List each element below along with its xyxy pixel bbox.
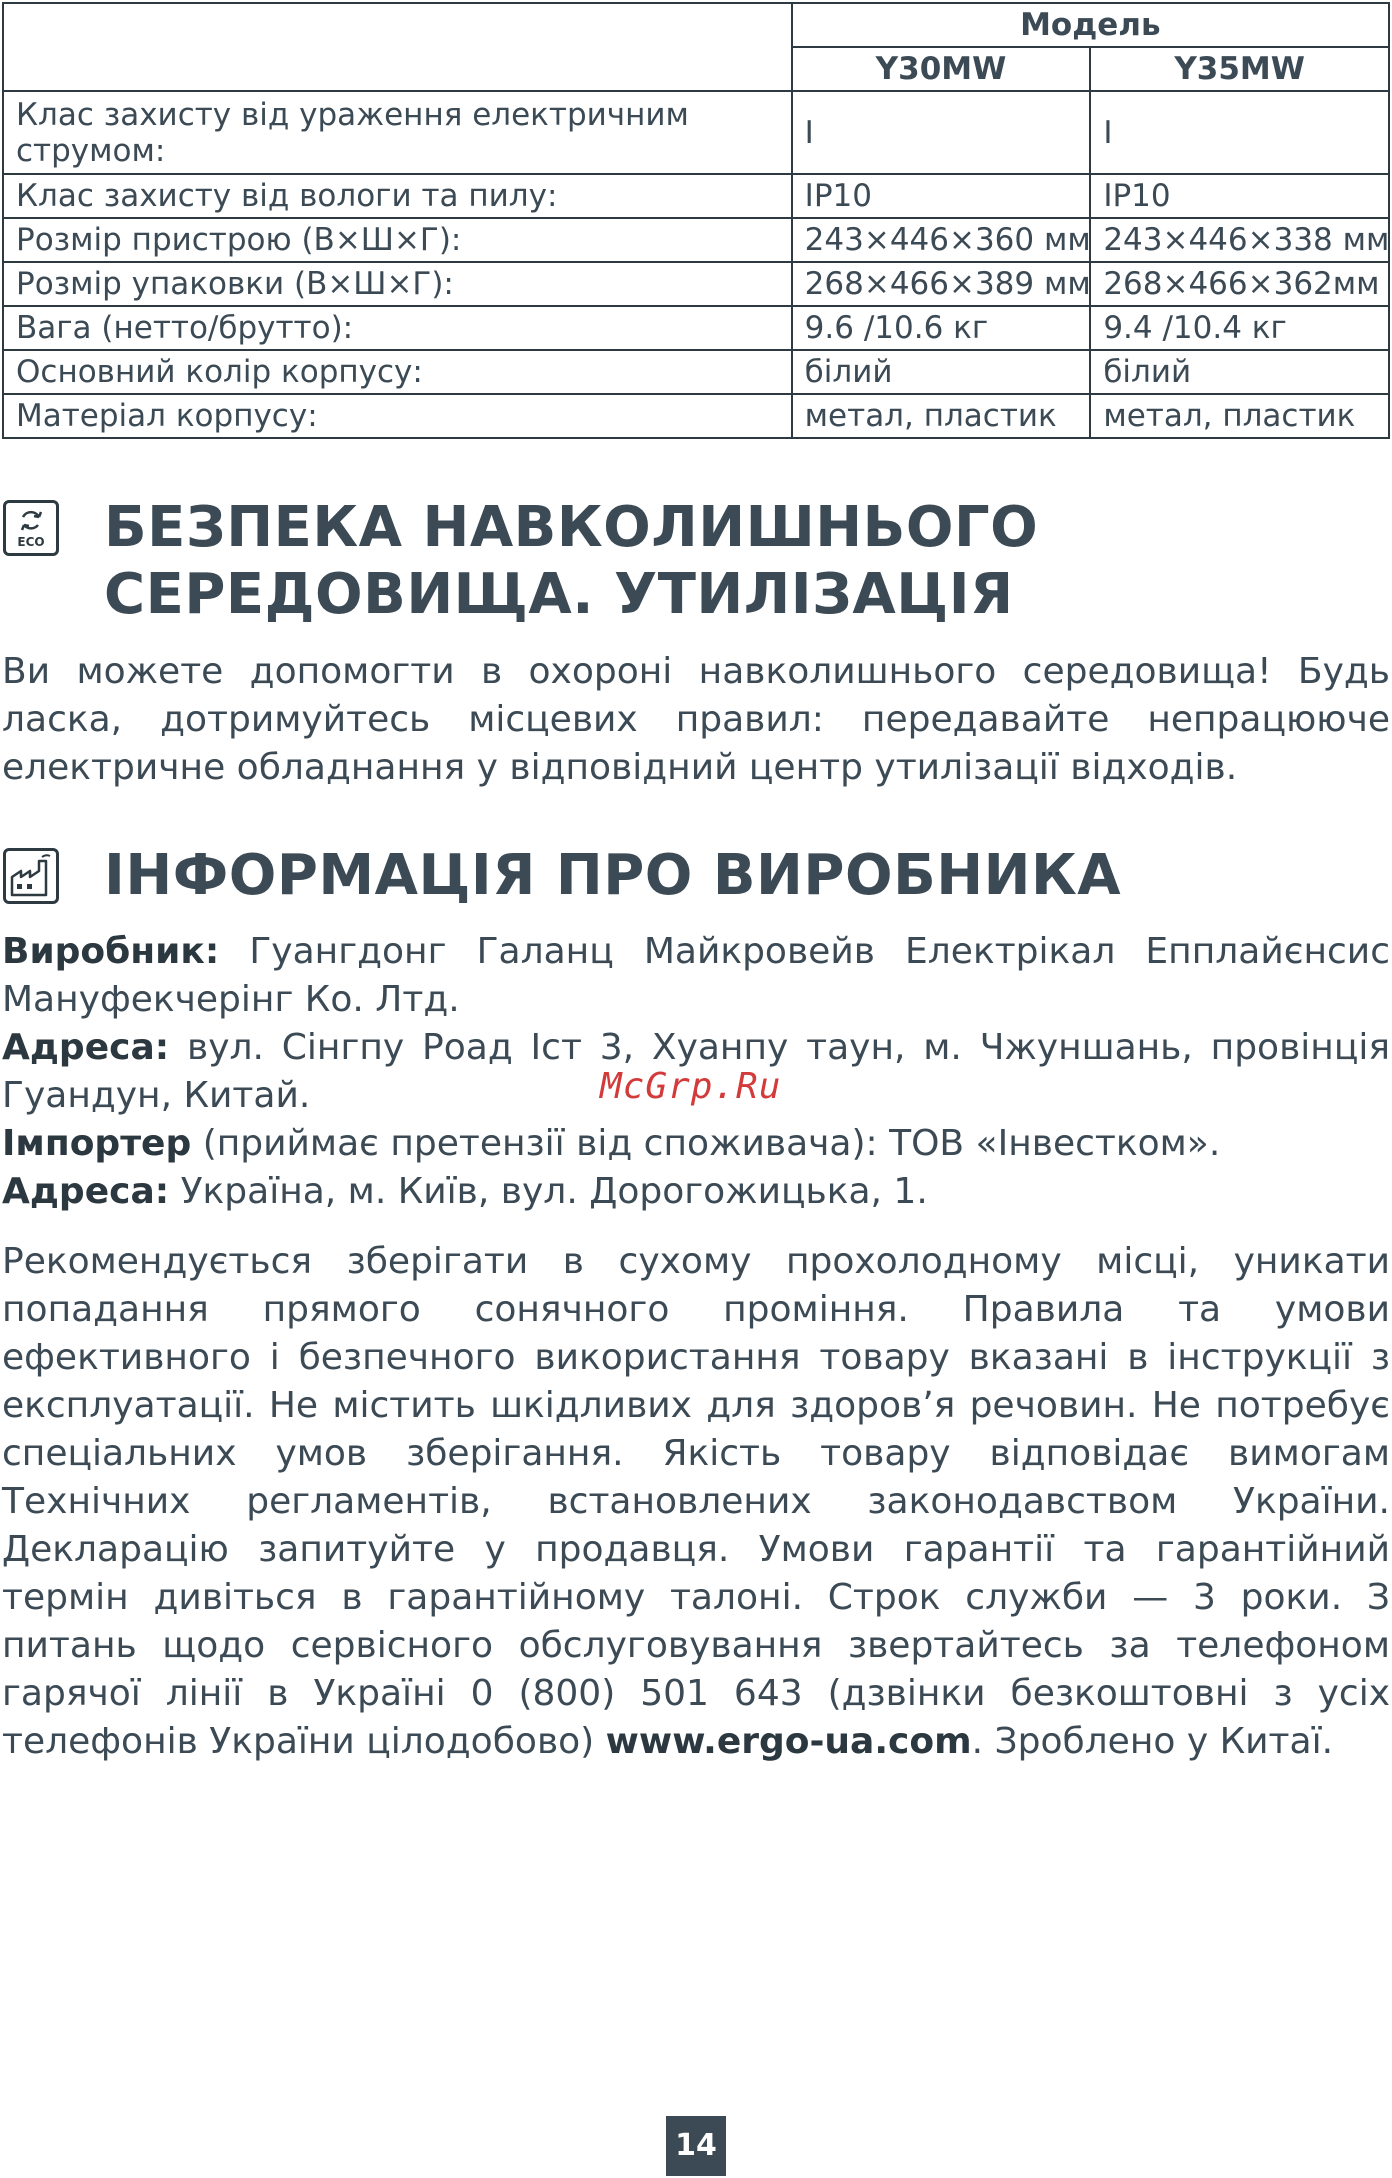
- specifications-table: Модель Y30MW Y35MW Клас захисту від ураж…: [2, 2, 1391, 439]
- spec-value: I: [790, 90, 1092, 175]
- model-name-cell: Y30MW: [790, 46, 1092, 92]
- spec-value: 9.4 /10.4 кг: [1089, 305, 1390, 351]
- spec-label: Розмір пристрою (В×Ш×Г):: [2, 217, 793, 263]
- spec-value: метал, пластик: [790, 393, 1092, 439]
- eco-icon-label: ECO: [17, 535, 44, 549]
- eco-section-title: БЕЗПЕКА НАВКОЛИШНЬОГО СЕРЕДОВИЩА. УТИЛІЗ…: [104, 494, 1038, 628]
- spec-label: Клас захисту від ураження електричним ст…: [2, 90, 793, 175]
- spec-label: Клас захисту від вологи та пилу:: [2, 173, 793, 219]
- eco-title-line-2: СЕРЕДОВИЩА. УТИЛІЗАЦІЯ: [104, 562, 1014, 627]
- spec-label: Матеріал корпусу:: [2, 393, 793, 439]
- spec-label: Розмір упаковки (В×Ш×Г):: [2, 261, 793, 307]
- table-row: Клас захисту від ураження електричним ст…: [2, 90, 1390, 175]
- notes-text: Рекомендується зберігати в сухому прохол…: [2, 1241, 1390, 1762]
- address-label: Адреса:: [2, 1027, 170, 1068]
- page-number: 14: [666, 2116, 726, 2176]
- spec-value: білий: [1089, 349, 1390, 395]
- spec-value: 243×446×338 мм: [1089, 217, 1390, 263]
- importer-address-label: Адреса:: [2, 1171, 170, 1212]
- importer-value: (приймає претензії від споживача): ТОВ «…: [191, 1123, 1221, 1164]
- manufacturer-section-title: ІНФОРМАЦІЯ ПРО ВИРОБНИКА: [104, 843, 1122, 908]
- product-notes: Рекомендується зберігати в сухому прохол…: [2, 1238, 1390, 1766]
- table-row: Клас захисту від вологи та пилу: IP10 IP…: [2, 173, 1390, 219]
- watermark: McGrp.Ru: [600, 1066, 782, 1107]
- table-row: Основний колір корпусу: білий білий: [2, 349, 1390, 395]
- spec-value: 268×466×362мм: [1089, 261, 1390, 307]
- spec-value: I: [1089, 90, 1390, 175]
- table-corner-cell: [2, 2, 793, 92]
- table-row: Розмір пристрою (В×Ш×Г): 243×446×360 мм …: [2, 217, 1390, 263]
- table-row: Матеріал корпусу: метал, пластик метал, …: [2, 393, 1390, 439]
- manufacturer-label: Виробник:: [2, 931, 220, 972]
- spec-value: IP10: [1089, 173, 1390, 219]
- website-link[interactable]: www.ergo-ua.com: [606, 1721, 972, 1762]
- factory-icon: [3, 848, 59, 904]
- eco-title-line-1: БЕЗПЕКА НАВКОЛИШНЬОГО: [104, 495, 1039, 560]
- model-name-cell: Y35MW: [1089, 46, 1390, 92]
- table-row: Розмір упаковки (В×Ш×Г): 268×466×389 мм …: [2, 261, 1390, 307]
- spec-label: Вага (нетто/брутто):: [2, 305, 793, 351]
- eco-paragraph: Ви можете допомогти в охороні навколишнь…: [2, 651, 1390, 788]
- spec-value: метал, пластик: [1089, 393, 1390, 439]
- importer-label: Імпортер: [2, 1123, 192, 1164]
- spec-value: 243×446×360 мм: [790, 217, 1092, 263]
- spec-value: 9.6 /10.6 кг: [790, 305, 1092, 351]
- eco-recycle-icon: ECO: [3, 500, 59, 556]
- spec-label: Основний колір корпусу:: [2, 349, 793, 395]
- importer-address-value: Україна, м. Київ, вул. Дорогожицька, 1.: [169, 1171, 928, 1212]
- spec-value: 268×466×389 мм: [790, 261, 1092, 307]
- spec-value: білий: [790, 349, 1092, 395]
- notes-tail: . Зроблено у Китаї.: [971, 1721, 1334, 1762]
- spec-value: IP10: [790, 173, 1092, 219]
- table-row: Вага (нетто/брутто): 9.6 /10.6 кг 9.4 /1…: [2, 305, 1390, 351]
- model-header: Модель: [790, 2, 1391, 48]
